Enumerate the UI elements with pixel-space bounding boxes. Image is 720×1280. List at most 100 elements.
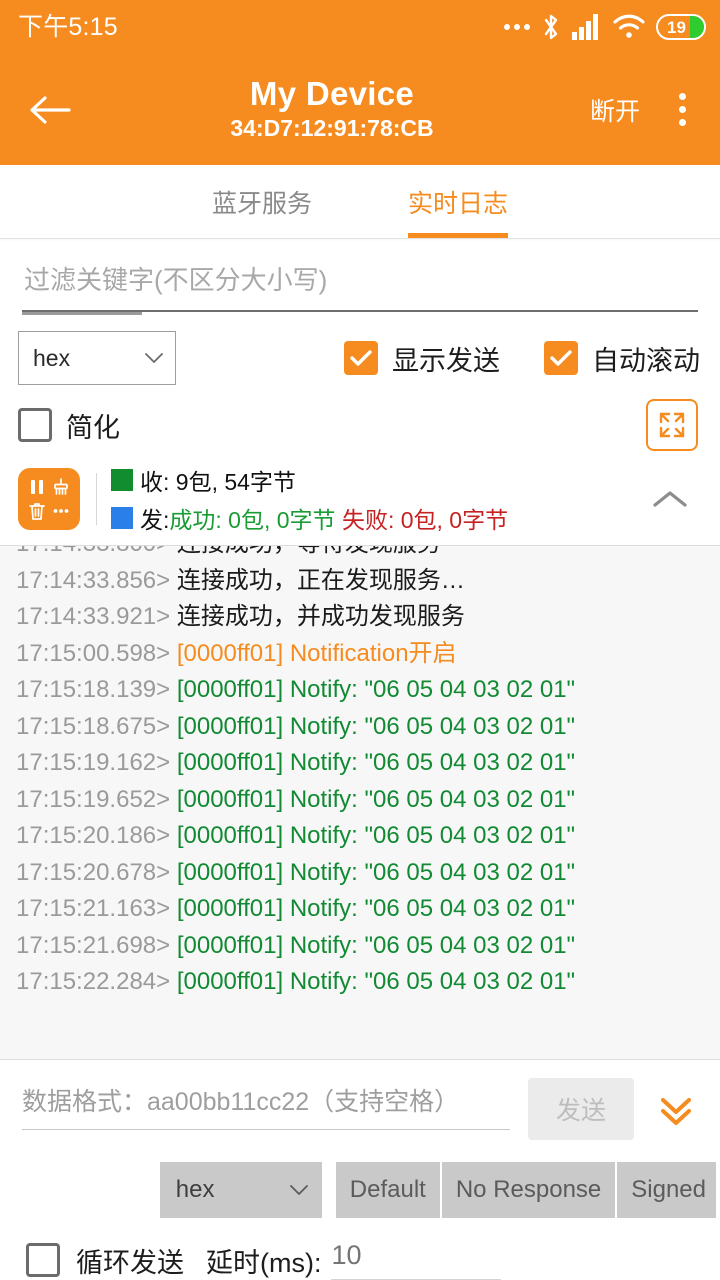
auto-scroll-label: 自动滚动 — [592, 339, 700, 378]
log-message: [0000ff01] Notify: "06 05 04 03 02 01" — [177, 713, 575, 740]
stats-tx-line: 发: 成功: 0包, 0字节 失败: 0包, 0字节 — [111, 501, 640, 535]
send-input-wrapper — [22, 1088, 510, 1130]
scroll-to-bottom-button[interactable] — [648, 1081, 704, 1137]
fullscreen-expand-button[interactable] — [646, 399, 698, 451]
log-message: [0000ff01] Notification开启 — [177, 640, 457, 667]
chevron-down-icon — [290, 1185, 308, 1196]
log-timestamp: 17:15:20.186> — [16, 822, 177, 849]
log-line: 17:15:20.678> [0000ff01] Notify: "06 05 … — [16, 855, 720, 892]
checkbox-box-loop-send[interactable] — [26, 1243, 60, 1277]
filter-input[interactable] — [22, 265, 698, 312]
log-line: 17:15:19.162> [0000ff01] Notify: "06 05 … — [16, 745, 720, 782]
delay-input-wrapper — [331, 1240, 501, 1280]
tx-fail-text: 失败: 0包, 0字节 — [342, 501, 508, 535]
pause-icon — [27, 477, 47, 497]
loop-send-label: 循环发送 — [76, 1241, 184, 1280]
checkbox-box-auto-scroll[interactable] — [544, 341, 578, 375]
stats-collapse-button[interactable] — [640, 469, 700, 529]
back-button[interactable] — [22, 82, 78, 138]
tab-bluetooth-services[interactable]: 蓝牙服务 — [164, 165, 360, 238]
ellipsis-icon — [51, 501, 71, 521]
log-line: 17:14:33.856> 连接成功，正在发现服务… — [16, 563, 720, 600]
log-message: [0000ff01] Notify: "06 05 04 03 02 01" — [177, 822, 575, 849]
log-timestamp: 17:15:18.675> — [16, 713, 177, 740]
rx-color-swatch — [111, 469, 133, 491]
status-bar-icons: 19 — [504, 13, 706, 41]
write-options-row: hex Default No Response Signed — [0, 1150, 720, 1218]
log-timestamp: 17:15:21.163> — [16, 895, 177, 922]
log-message: 连接成功，正在发现服务… — [177, 567, 465, 594]
log-format-value: hex — [33, 345, 70, 372]
stats-bar: 收: 9包, 54字节 发: 成功: 0包, 0字节 失败: 0包, 0字节 — [0, 451, 720, 546]
show-send-checkbox[interactable]: 显示发送 — [344, 339, 500, 378]
chevron-up-icon — [652, 488, 688, 510]
battery-icon: 19 — [656, 14, 706, 40]
log-message: [0000ff01] Notify: "06 05 04 03 02 01" — [177, 786, 575, 813]
log-line: 17:15:18.139> [0000ff01] Notify: "06 05 … — [16, 672, 720, 709]
log-message: [0000ff01] Notify: "06 05 04 03 02 01" — [177, 859, 575, 886]
log-line: 17:15:22.284> [0000ff01] Notify: "06 05 … — [16, 964, 720, 1001]
device-mac-address: 34:D7:12:91:78:CB — [230, 114, 433, 144]
check-icon — [350, 350, 372, 367]
log-line: 17:15:21.163> [0000ff01] Notify: "06 05 … — [16, 891, 720, 928]
write-format-value: hex — [176, 1176, 215, 1204]
check-icon — [550, 350, 572, 367]
log-message: [0000ff01] Notify: "06 05 04 03 02 01" — [177, 968, 575, 995]
stats-rx-line: 收: 9包, 54字节 — [111, 463, 640, 497]
arrow-left-icon — [29, 94, 71, 126]
tab-realtime-log[interactable]: 实时日志 — [360, 165, 556, 238]
auto-scroll-checkbox[interactable]: 自动滚动 — [544, 339, 700, 378]
wifi-icon — [613, 14, 645, 40]
battery-level-text: 19 — [658, 19, 704, 36]
status-bar-clock: 下午5:15 — [18, 15, 118, 40]
write-format-select[interactable]: hex — [160, 1162, 322, 1218]
checkbox-box-show-send[interactable] — [344, 341, 378, 375]
log-message: [0000ff01] Notify: "06 05 04 03 02 01" — [177, 895, 575, 922]
overflow-menu-button[interactable] — [662, 82, 702, 138]
loop-send-row: 循环发送 延时(ms): — [0, 1218, 720, 1280]
log-line: 17:15:00.598> [0000ff01] Notification开启 — [16, 636, 720, 673]
simplify-checkbox[interactable]: 简化 — [18, 406, 120, 445]
bluetooth-icon — [541, 13, 561, 41]
tx-color-swatch — [111, 507, 133, 529]
send-data-input[interactable] — [22, 1088, 510, 1117]
log-timestamp: 17:15:21.698> — [16, 932, 177, 959]
fullscreen-expand-icon — [657, 410, 687, 440]
app-bar-titles: My Device 34:D7:12:91:78:CB — [74, 75, 590, 144]
controls-row-primary: hex 显示发送 自动滚动 — [0, 315, 720, 385]
disconnect-button[interactable]: 断开 — [590, 92, 640, 128]
send-row: 发送 — [0, 1060, 720, 1150]
stats-text-group: 收: 9包, 54字节 发: 成功: 0包, 0字节 失败: 0包, 0字节 — [111, 463, 640, 535]
checkbox-box-simplify[interactable] — [18, 408, 52, 442]
write-type-button-group: Default No Response Signed — [336, 1162, 716, 1218]
filter-section — [0, 239, 720, 315]
log-timestamp: 17:15:22.284> — [16, 968, 177, 995]
cellular-signal-icon — [572, 14, 602, 40]
log-line-list: 17:14:33.800> 连接成功，等待发现服务17:14:33.856> 连… — [16, 546, 720, 1001]
show-send-label: 显示发送 — [392, 339, 500, 378]
log-timestamp: 17:14:33.856> — [16, 567, 177, 594]
controls-row-secondary: 简化 — [0, 385, 720, 451]
delay-input[interactable] — [331, 1240, 501, 1271]
page-title: My Device — [250, 75, 414, 113]
log-line: 17:15:20.186> [0000ff01] Notify: "06 05 … — [16, 818, 720, 855]
app-bar: My Device 34:D7:12:91:78:CB 断开 — [0, 54, 720, 165]
log-actions-button[interactable] — [18, 468, 80, 530]
simplify-label: 简化 — [66, 406, 120, 445]
write-type-signed-button[interactable]: Signed — [617, 1162, 716, 1218]
write-type-default-button[interactable]: Default — [336, 1162, 442, 1218]
status-bar: 下午5:15 — [0, 0, 720, 54]
log-message: [0000ff01] Notify: "06 05 04 03 02 01" — [177, 676, 575, 703]
log-output-area[interactable]: 17:14:33.800> 连接成功，等待发现服务17:14:33.856> 连… — [0, 546, 720, 1060]
stats-divider — [96, 473, 97, 525]
send-button[interactable]: 发送 — [528, 1078, 634, 1140]
log-format-select[interactable]: hex — [18, 331, 176, 385]
log-line: 17:15:19.652> [0000ff01] Notify: "06 05 … — [16, 782, 720, 819]
log-timestamp: 17:15:18.139> — [16, 676, 177, 703]
tab-bar: 蓝牙服务 实时日志 — [0, 165, 720, 239]
log-line: 17:15:21.698> [0000ff01] Notify: "06 05 … — [16, 928, 720, 965]
chevron-down-icon — [145, 353, 163, 364]
chevrons-down-icon — [656, 1089, 696, 1129]
write-type-no-response-button[interactable]: No Response — [442, 1162, 617, 1218]
log-line: 17:15:18.675> [0000ff01] Notify: "06 05 … — [16, 709, 720, 746]
